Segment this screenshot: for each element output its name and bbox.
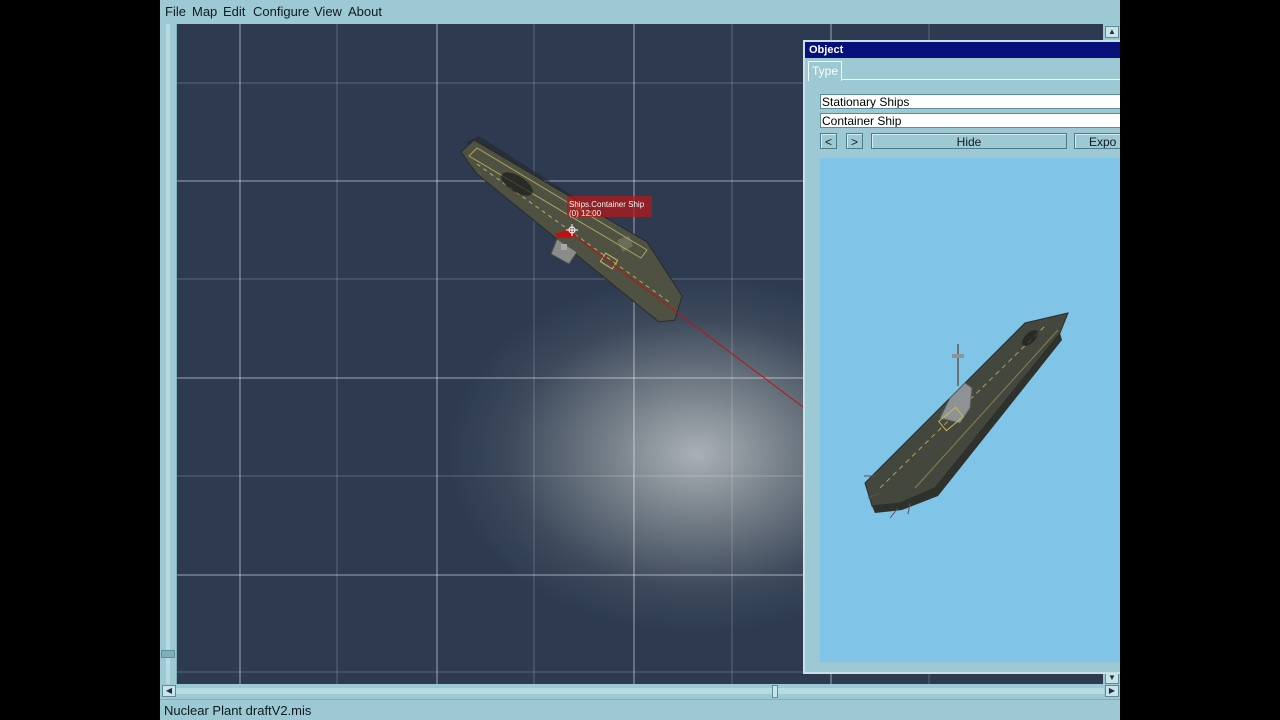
scroll-up-arrow-icon[interactable]: ▲: [1105, 26, 1119, 38]
editor-window: File Map Edit Configure View About Ships…: [160, 0, 1120, 720]
waypoint-path-line: [571, 233, 808, 411]
tab-divider: [841, 79, 1120, 80]
object-type-field[interactable]: Container Ship: [820, 113, 1120, 128]
horizontal-scroll-track[interactable]: [176, 688, 1104, 694]
scroll-right-arrow-icon[interactable]: ▶: [1105, 685, 1119, 697]
tab-type[interactable]: Type: [808, 61, 842, 81]
carrier-3d-model: [864, 312, 1069, 519]
next-object-button[interactable]: >: [846, 133, 863, 149]
hide-button[interactable]: Hide: [871, 133, 1067, 149]
menu-bar: File Map Edit Configure View About: [160, 0, 1120, 24]
object-panel: Object Type Stationary Ships Container S…: [803, 40, 1120, 674]
object-label-name: Ships.Container Ship: [569, 200, 645, 209]
status-bar: Nuclear Plant draftV2.mis: [160, 699, 1120, 720]
horizontal-scroll-thumb[interactable]: [772, 685, 778, 698]
menu-view[interactable]: View: [314, 4, 342, 19]
object-label-time: (0) 12:00: [569, 209, 602, 218]
menu-edit[interactable]: Edit: [223, 4, 245, 19]
menu-map[interactable]: Map: [192, 4, 217, 19]
previous-object-button[interactable]: <: [820, 133, 837, 149]
left-scroll-thumb[interactable]: [161, 650, 175, 658]
left-scroll-track[interactable]: [166, 24, 170, 684]
left-vertical-scrollbar[interactable]: [160, 24, 177, 684]
horizontal-scrollbar[interactable]: ◀ ▶: [160, 684, 1120, 698]
menu-file[interactable]: File: [165, 4, 186, 19]
object-3d-preview[interactable]: [820, 158, 1120, 662]
menu-configure[interactable]: Configure: [253, 4, 309, 19]
status-filename: Nuclear Plant draftV2.mis: [164, 703, 312, 718]
menu-about[interactable]: About: [348, 4, 382, 19]
object-category-field[interactable]: Stationary Ships: [820, 94, 1120, 109]
scroll-left-arrow-icon[interactable]: ◀: [162, 685, 176, 697]
object-panel-title[interactable]: Object: [805, 42, 1120, 58]
export-button[interactable]: Expo: [1074, 133, 1120, 149]
